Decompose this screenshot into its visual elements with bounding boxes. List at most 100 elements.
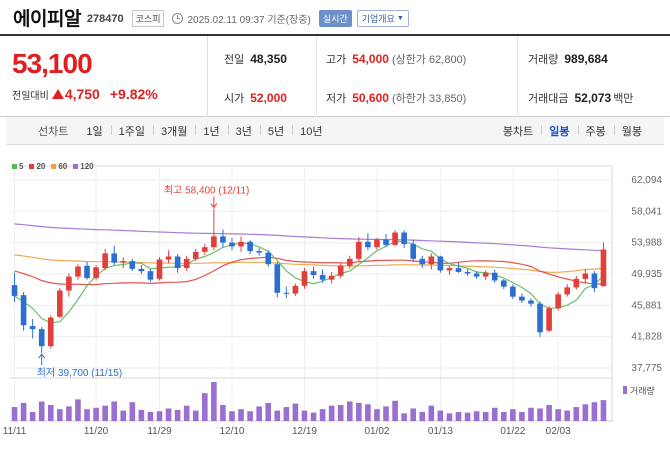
period-1d[interactable]: 1일: [78, 123, 110, 139]
volume-bar: [165, 408, 172, 421]
volume-bar: [120, 410, 127, 421]
high-stat: 고가 54,000 (상한가 62,800): [326, 51, 466, 67]
candle-body: [156, 259, 163, 279]
period-3y[interactable]: 3년: [227, 123, 260, 139]
prev-close-value: 48,350: [250, 52, 287, 66]
candle-body: [93, 267, 99, 279]
y-tick-label: 53,988: [631, 238, 662, 249]
high-value: 54,000: [352, 52, 389, 66]
candle-body: [192, 251, 199, 259]
candle-body: [546, 308, 552, 331]
candle-body: [582, 273, 589, 279]
candle-body: [211, 236, 217, 248]
volume-bar: [446, 413, 453, 421]
period-1y[interactable]: 1년: [195, 123, 227, 139]
y-tick-label: 37,775: [631, 363, 662, 374]
change-label: 전일대비: [12, 90, 49, 102]
volume-bar: [11, 407, 18, 421]
candle-daily[interactable]: 일봉: [541, 123, 577, 139]
change-percent: +9.82%: [109, 86, 158, 102]
ma120-line: [14, 223, 604, 252]
low-annotation: 최저 39,700 (11/15): [37, 367, 123, 379]
volume-bar: [455, 411, 462, 421]
candle-body: [274, 264, 281, 293]
prev-close-stat: 전일 48,350: [224, 51, 287, 67]
column-divider: [517, 36, 518, 117]
price-chart[interactable]: 5 20 60 120 62,094 58,041 53,988 49,935 45,8…: [0, 158, 670, 450]
volume-bar: [419, 411, 426, 421]
candle-body: [310, 271, 317, 276]
volume-bar: [138, 409, 145, 421]
candle-body: [410, 244, 417, 259]
volume-bar: [328, 405, 335, 421]
volume-value: 989,684: [564, 52, 608, 66]
volume-bar: [546, 404, 552, 421]
candle-body: [491, 272, 498, 281]
x-tick-label: 02/03: [546, 426, 571, 437]
x-tick-label: 12/10: [219, 426, 244, 437]
volume-bar: [265, 402, 272, 421]
period-5y[interactable]: 5년: [259, 123, 292, 139]
volume-bar: [401, 413, 407, 421]
realtime-button[interactable]: 실시간: [318, 9, 352, 27]
volume-bar: [500, 411, 507, 421]
volume-bar: [537, 408, 543, 421]
volume-bar: [29, 411, 36, 421]
trade-value-stat: 거래대금 52,073 백만: [528, 90, 633, 106]
volume-bar: [84, 409, 90, 421]
candle-body: [174, 256, 181, 269]
volume-bar: [192, 410, 199, 421]
volume-bar: [582, 404, 589, 421]
candle-body: [591, 273, 598, 289]
candle-chart-title[interactable]: 봉차트: [495, 123, 541, 139]
volume-bar: [57, 409, 63, 421]
candle-body: [564, 287, 571, 295]
x-tick-label: 01/22: [500, 426, 525, 437]
volume-bar: [238, 409, 244, 421]
candle-body: [20, 295, 27, 326]
candle-weekly[interactable]: 주봉: [577, 123, 614, 139]
change-row: 전일대비 4,750 +9.82%: [12, 86, 158, 102]
price-summary: 53,100 전일대비 4,750 +9.82% 전일 48,350 고가 54…: [0, 34, 670, 117]
period-1w[interactable]: 1주일: [110, 123, 153, 139]
volume-bar: [573, 407, 580, 421]
candle-body: [328, 275, 335, 280]
volume-bar: [38, 401, 45, 421]
ma-legend: 5 20 60 120: [12, 162, 94, 171]
up-arrow-icon: [51, 89, 64, 99]
line-chart-tab[interactable]: 선차트: [6, 123, 78, 139]
candle-body: [446, 268, 453, 271]
volume-bar: [129, 402, 136, 421]
candle-body: [374, 239, 380, 248]
candle-body: [573, 278, 580, 288]
volume-bar: [482, 411, 489, 421]
volume-bar: [346, 401, 353, 421]
volume-bar: [66, 406, 72, 421]
volume-bar: [247, 411, 253, 421]
volume-bar: [519, 411, 525, 421]
volume-bar: [229, 411, 235, 421]
candle-body: [47, 317, 54, 347]
volume-bar: [365, 404, 371, 421]
volume-bar: [591, 402, 598, 421]
period-10y[interactable]: 10년: [292, 123, 330, 139]
period-3m[interactable]: 3개월: [152, 123, 195, 139]
stock-header: 에이피알 278470 코스피 2025.02.11 09:37 기준(장중) …: [0, 0, 670, 34]
volume-label: 거래량: [528, 54, 559, 66]
candle-body: [147, 271, 154, 280]
volume-bar: [491, 407, 498, 421]
candlestick-chart-svg: 62,094 58,041 53,988 49,935 45,881 41,828 37,7…: [3, 165, 662, 437]
company-overview-button[interactable]: 기업개요 ▼: [356, 9, 409, 27]
period-bar: 선차트 1일 1주일 3개월 1년 3년 5년 10년 봉차트 일봉 주봉 월봉: [6, 117, 664, 145]
volume-bar: [473, 411, 480, 421]
volume-bar: [383, 406, 389, 421]
current-price: 53,100: [12, 48, 93, 79]
candle-body: [292, 285, 299, 294]
candle-monthly[interactable]: 월봉: [613, 123, 650, 139]
open-stat: 시가 52,000: [224, 90, 287, 106]
volume-legend-label: 거래량: [630, 385, 655, 396]
volume-bar: [356, 402, 362, 421]
y-tick-label: 58,041: [631, 206, 662, 217]
candle-body: [57, 290, 63, 317]
volume-bar: [410, 408, 417, 421]
